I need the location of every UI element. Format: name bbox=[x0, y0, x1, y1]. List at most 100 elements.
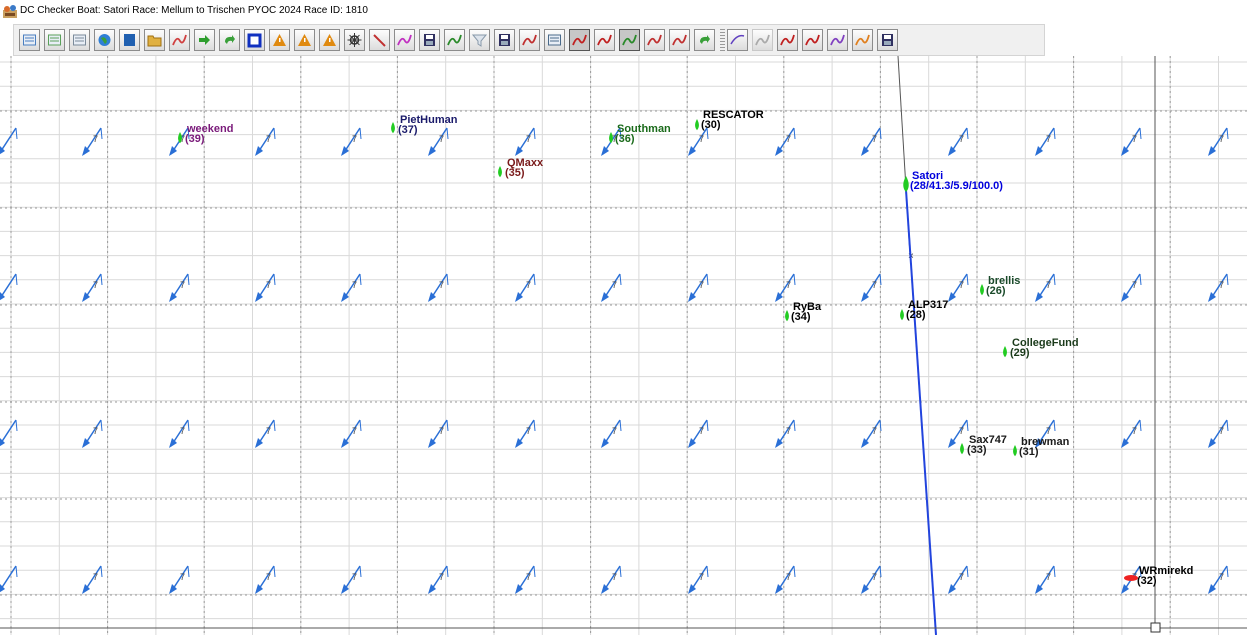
refresh-button[interactable] bbox=[219, 29, 240, 51]
boat-icon bbox=[498, 166, 502, 178]
undo-button[interactable] bbox=[752, 29, 773, 51]
boat-icon bbox=[1013, 445, 1017, 457]
vmg-button[interactable] bbox=[802, 29, 823, 51]
polar-icon bbox=[597, 34, 612, 46]
wind-barb: 7 bbox=[169, 419, 190, 448]
redo-button[interactable] bbox=[694, 29, 715, 51]
helm-wheel-button[interactable] bbox=[344, 29, 365, 51]
dc-button[interactable] bbox=[727, 29, 748, 51]
save-file-button[interactable] bbox=[877, 29, 898, 51]
route-points-icon bbox=[172, 34, 187, 46]
wind-speed-label: 7 bbox=[1219, 134, 1224, 144]
grid-points-button[interactable] bbox=[619, 29, 640, 51]
boat-marker[interactable]: QMaxx(35) bbox=[498, 157, 544, 179]
track-icon bbox=[447, 34, 462, 46]
boat-icon bbox=[695, 119, 699, 131]
boat-marker[interactable]: Southman(36) bbox=[609, 123, 671, 145]
boat-icon bbox=[960, 443, 964, 455]
globe-button[interactable] bbox=[94, 29, 115, 51]
wind-speed-label: 7 bbox=[526, 572, 531, 582]
wind-speed-label: 7 bbox=[1046, 280, 1051, 290]
wind-barb bbox=[0, 273, 18, 301]
boat-icon bbox=[903, 176, 909, 192]
boat-heel-button[interactable] bbox=[569, 29, 590, 51]
boat-rank-label: (35) bbox=[505, 167, 525, 179]
info-panel-button[interactable] bbox=[544, 29, 565, 51]
save-as-icon bbox=[499, 34, 510, 46]
square-marker-button[interactable] bbox=[244, 29, 265, 51]
chart-trend-button[interactable] bbox=[669, 29, 690, 51]
boat-marker[interactable]: Sax747(33) bbox=[960, 434, 1007, 456]
chart-trend-icon bbox=[672, 34, 687, 46]
warning-icon bbox=[273, 34, 286, 46]
boat-rank-label: (37) bbox=[398, 124, 418, 136]
wind-speed-label: 7 bbox=[439, 134, 444, 144]
boat-marker[interactable]: RESCATOR(30) bbox=[695, 109, 764, 131]
wind-speed-label: 7 bbox=[959, 426, 964, 436]
wind-speed-label: 7 bbox=[526, 134, 531, 144]
boat-icon bbox=[980, 284, 984, 296]
grid-settings-button[interactable] bbox=[44, 29, 65, 51]
boat-rank-label: (36) bbox=[615, 133, 635, 145]
route-points-button[interactable] bbox=[169, 29, 190, 51]
warning-button[interactable] bbox=[269, 29, 290, 51]
wind-speed-label: 7 bbox=[786, 426, 791, 436]
filter-icon bbox=[472, 34, 487, 47]
boat-marker[interactable]: Satori(28/41.3/5.9/100.0) bbox=[903, 170, 1003, 192]
boat-rank-label: (39) bbox=[185, 133, 205, 145]
boat-rank-label: (30) bbox=[701, 119, 721, 131]
polar-button[interactable] bbox=[594, 29, 615, 51]
view-list-button[interactable] bbox=[19, 29, 40, 51]
map-layer-button[interactable] bbox=[119, 29, 140, 51]
image-button[interactable] bbox=[69, 29, 90, 51]
wind-speed-label: 7 bbox=[266, 280, 271, 290]
boat-marker[interactable]: brewman(31) bbox=[1013, 436, 1070, 458]
wind-speed-label: 7 bbox=[1132, 280, 1137, 290]
arrow-right-button[interactable] bbox=[194, 29, 215, 51]
wind-speed-label: 7 bbox=[612, 572, 617, 582]
gpx-export-button[interactable] bbox=[777, 29, 798, 51]
waypoint-button[interactable] bbox=[519, 29, 540, 51]
wind-speed-label: 7 bbox=[1046, 134, 1051, 144]
polar-edit-button[interactable] bbox=[852, 29, 873, 51]
wind-speed-label: 7 bbox=[872, 280, 877, 290]
race-map[interactable]: 7 7 7 7 7 7 7 7 7 7 7 7 7 7 7 7 7 7 7 7 7 7 7 7 7 7 7 7 7 7 7 7 7 7 7 7 7 7 7 7… bbox=[0, 56, 1247, 635]
boat-marker[interactable]: WRmirekd(32) bbox=[1124, 565, 1193, 587]
wind-barb: 7 bbox=[601, 273, 622, 302]
open-folder-button[interactable] bbox=[144, 29, 165, 51]
save-as-button[interactable] bbox=[494, 29, 515, 51]
wind-barb bbox=[0, 419, 18, 447]
boat-marker[interactable]: ALP317(28) bbox=[900, 299, 948, 321]
vmc-button[interactable] bbox=[827, 29, 848, 51]
polar-edit-icon bbox=[855, 34, 870, 46]
ruler-line-icon bbox=[373, 34, 386, 47]
boat-icon bbox=[1124, 575, 1138, 581]
wind-barb: 7 bbox=[861, 127, 882, 156]
resize-handle[interactable] bbox=[1150, 622, 1161, 633]
wind-barb: 7 bbox=[1121, 273, 1142, 302]
boat-rank-label: (34) bbox=[791, 311, 811, 323]
boat-marker[interactable]: CollegeFund(29) bbox=[1003, 337, 1079, 359]
save-button[interactable] bbox=[419, 29, 440, 51]
filter-button[interactable] bbox=[469, 29, 490, 51]
track-button[interactable] bbox=[444, 29, 465, 51]
boat-rank-label: (33) bbox=[967, 444, 987, 456]
graph-button[interactable] bbox=[644, 29, 665, 51]
warning-wind-icon bbox=[298, 34, 311, 46]
wind-data-button[interactable] bbox=[394, 29, 415, 51]
warning-current-button[interactable] bbox=[319, 29, 340, 51]
vmg-icon bbox=[805, 34, 820, 46]
ruler-line-button[interactable] bbox=[369, 29, 390, 51]
wind-barb: 7 bbox=[428, 127, 449, 156]
grid-settings-icon bbox=[48, 34, 61, 46]
wind-speed-label: 7 bbox=[872, 572, 877, 582]
wind-data-icon bbox=[397, 34, 412, 46]
wind-barb: 7 bbox=[341, 419, 362, 448]
boat-marker[interactable]: brellis(26) bbox=[980, 275, 1020, 297]
app-icon bbox=[3, 5, 17, 18]
wind-speed-label: 7 bbox=[1219, 426, 1224, 436]
boat-marker[interactable]: weekend(39) bbox=[178, 123, 233, 145]
warning-wind-button[interactable] bbox=[294, 29, 315, 51]
wind-speed-label: 7 bbox=[352, 134, 357, 144]
wind-speed-label: 7 bbox=[1132, 134, 1137, 144]
